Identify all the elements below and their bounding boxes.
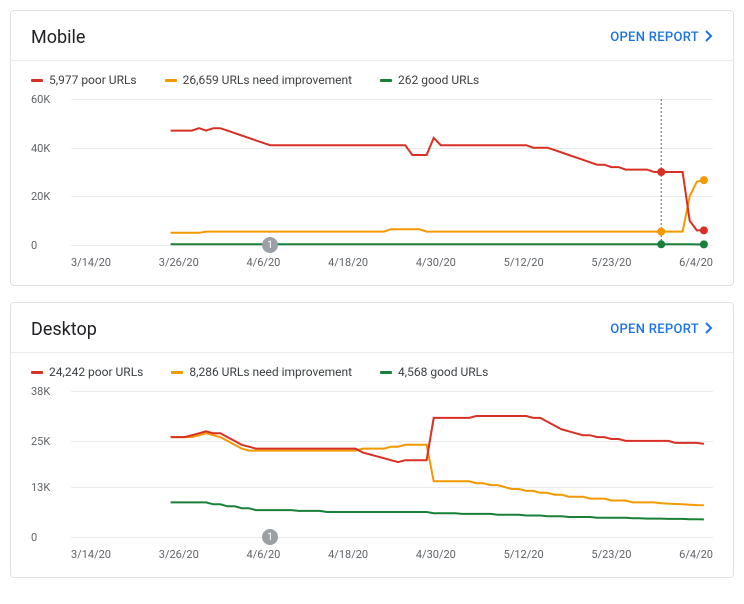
mobile-line-needs [171,180,704,233]
mobile-open-report-link[interactable]: OPEN REPORT [610,30,713,46]
legend-item-poor: 5,977 poor URLs [31,73,137,87]
open-report-label: OPEN REPORT [610,30,699,45]
open-report-label: OPEN REPORT [610,322,699,337]
x-tick-label: 4/6/20 [247,256,281,269]
x-tick-label: 4/30/20 [416,256,456,269]
x-tick-label: 5/23/20 [591,256,631,269]
desktop-line-poor [171,416,704,462]
data-point-poor [700,226,708,234]
desktop-chart-wrap: 0 13K 25K 38K 1 3/14/20 3/26/20 4/6/20 4/18/20 4/… [11,383,733,577]
mobile-plot-area: 1 [71,99,713,245]
x-tick-label: 3/14/20 [71,548,111,561]
y-tick-label: 13K [31,481,63,494]
x-tick-label: 5/12/20 [504,548,544,561]
mobile-header: Mobile OPEN REPORT [11,11,733,61]
x-tick-label: 4/18/20 [328,548,368,561]
desktop-plot-area: 1 [71,391,713,537]
grid-line [71,537,713,538]
legend-item-poor: 24,242 poor URLs [31,365,143,379]
desktop-card: Desktop OPEN REPORT 24,242 poor URLs 8,286 … [10,302,734,578]
chevron-right-icon [705,30,713,46]
data-point-needs [700,176,708,184]
legend-label: 24,242 poor URLs [49,365,143,379]
desktop-line-needs [171,433,704,505]
mobile-chart-wrap: 0 20K 40K 60K 1 3/14/20 3/26/20 4/6/20 4/18/20 4/… [11,91,733,285]
y-tick-label: 20K [31,190,63,203]
poor-swatch [31,79,43,82]
desktop-line-good [171,502,704,519]
mobile-chart: 020K40K60K13/14/203/26/204/6/204/18/204/… [31,99,713,269]
legend-label: 4,568 good URLs [398,365,488,379]
legend-item-good: 4,568 good URLs [380,365,488,379]
x-tick-label: 5/23/20 [591,548,631,561]
legend-item-needs: 8,286 URLs need improvement [171,365,352,379]
y-tick-label: 40K [31,142,63,155]
desktop-open-report-link[interactable]: OPEN REPORT [610,322,713,338]
mobile-x-axis: 3/14/20 3/26/20 4/6/20 4/18/20 4/30/20 5/12/2… [71,256,713,269]
desktop-x-axis: 3/14/20 3/26/20 4/6/20 4/18/20 4/30/20 5/12/2… [71,548,713,561]
good-swatch [380,79,392,82]
mobile-line-svg [71,99,711,245]
legend-label: 262 good URLs [398,73,479,87]
needs-swatch [165,79,177,82]
x-tick-label: 6/4/20 [679,548,713,561]
x-tick-label: 5/12/20 [504,256,544,269]
mobile-line-poor [171,128,704,230]
mobile-legend: 5,977 poor URLs 26,659 URLs need improvem… [11,61,733,91]
data-point-good [657,240,665,248]
x-tick-label: 3/26/20 [159,548,199,561]
legend-item-good: 262 good URLs [380,73,479,87]
y-tick-label: 0 [31,531,63,544]
chevron-right-icon [705,322,713,338]
annotation-marker[interactable]: 1 [262,529,278,545]
y-tick-label: 60K [31,93,63,106]
mobile-card: Mobile OPEN REPORT 5,977 poor URLs 26,659 U… [10,10,734,286]
data-point-poor [657,168,665,176]
y-tick-label: 0 [31,239,63,252]
legend-label: 5,977 poor URLs [49,73,137,87]
x-tick-label: 3/26/20 [159,256,199,269]
good-swatch [380,371,392,374]
poor-swatch [31,371,43,374]
legend-label: 26,659 URLs need improvement [183,73,352,87]
y-tick-label: 25K [31,435,63,448]
desktop-title: Desktop [31,319,97,340]
x-tick-label: 4/30/20 [416,548,456,561]
desktop-legend: 24,242 poor URLs 8,286 URLs need improvem… [11,353,733,383]
annotation-marker[interactable]: 1 [262,237,278,253]
x-tick-label: 3/14/20 [71,256,111,269]
data-point-needs [657,228,665,236]
x-tick-label: 4/6/20 [247,548,281,561]
legend-label: 8,286 URLs need improvement [189,365,352,379]
data-point-good [700,240,708,248]
legend-item-needs: 26,659 URLs need improvement [165,73,352,87]
x-tick-label: 6/4/20 [679,256,713,269]
needs-swatch [171,371,183,374]
desktop-line-svg [71,391,711,537]
desktop-chart: 013K25K38K13/14/203/26/204/6/204/18/204/… [31,391,713,561]
mobile-title: Mobile [31,27,85,48]
y-tick-label: 38K [31,385,63,398]
desktop-header: Desktop OPEN REPORT [11,303,733,353]
x-tick-label: 4/18/20 [328,256,368,269]
